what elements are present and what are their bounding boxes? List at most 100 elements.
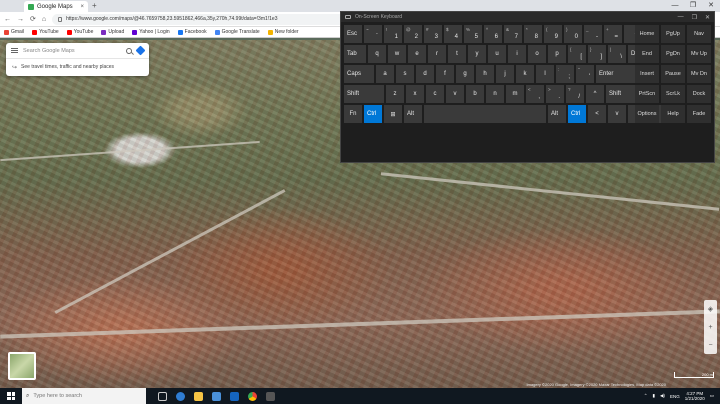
bookmark-new-folder[interactable]: New folder [267,29,299,35]
key-shift[interactable]: Shift [606,85,636,103]
bookmark-youtube[interactable]: YouTube [32,29,59,35]
key-l[interactable]: l [536,65,554,83]
key-pause[interactable]: Pause [661,65,685,83]
home-button[interactable]: ⌂ [42,16,46,23]
key-ctrl[interactable]: Ctrl [568,105,586,123]
compass-icon[interactable]: ◈ [708,305,713,313]
key-1[interactable]: ! 1 [384,25,402,43]
key-5[interactable]: % 5 [464,25,482,43]
notifications-icon[interactable]: ▭ [710,393,714,399]
taskbar-search[interactable]: ⌕ [22,388,146,404]
key-2[interactable]: @2 [404,25,422,43]
key-j[interactable]: j [496,65,514,83]
key-fade[interactable]: Fade [687,105,711,123]
file-explorer-icon[interactable] [194,391,203,401]
key-s[interactable]: s [396,65,414,83]
key-e[interactable]: e [408,45,426,63]
key-u[interactable]: u [488,45,506,63]
key-ctrl[interactable]: Ctrl [364,105,382,123]
chevron-up-icon[interactable]: ⌃ [644,393,648,399]
key-t[interactable]: t [448,45,466,63]
tab-close-icon[interactable]: × [80,4,84,10]
task-view-icon[interactable] [158,391,167,401]
key-o[interactable]: o [528,45,546,63]
key-x[interactable]: x [406,85,424,103]
key-9[interactable]: (9 [544,25,562,43]
key-symbol[interactable]: ? / [566,85,584,103]
network-icon[interactable]: ▮ [652,393,654,399]
key-caps[interactable]: Caps [344,65,374,83]
key-shift[interactable]: Shift [344,85,384,103]
forward-button[interactable]: → [17,16,24,23]
key-a[interactable]: a [376,65,394,83]
key-c[interactable]: c [426,85,444,103]
key-n[interactable]: n [486,85,504,103]
maps-search-input[interactable] [23,47,121,54]
key-symbol[interactable]: >. [546,85,564,103]
bookmark-youtube-2[interactable]: YouTube [66,29,93,35]
key-dock[interactable]: Dock [687,85,711,103]
map-scale[interactable]: 200 m [674,372,714,378]
key-symbol[interactable]: }] [588,45,606,63]
key-end[interactable]: End [635,45,659,63]
bookmark-upload[interactable]: Upload [101,29,124,35]
tab-google-maps[interactable]: Google Maps × [24,1,88,12]
key-symbol[interactable]: < [588,105,606,123]
key-esc[interactable]: Esc [344,25,362,43]
key-4[interactable]: $4 [444,25,462,43]
back-button[interactable]: ← [4,16,11,23]
key-prtscn[interactable]: PrtScn [635,85,659,103]
mail-icon[interactable] [230,391,239,401]
key-b[interactable]: b [466,85,484,103]
edge-icon[interactable] [176,391,185,401]
reload-button[interactable]: ⟳ [30,15,36,23]
key-w[interactable]: w [388,45,406,63]
key-symbol[interactable]: " ' [576,65,594,83]
key-6[interactable]: ^ 6 [484,25,502,43]
key-alt[interactable]: Alt [548,105,566,123]
bookmark-google-translate[interactable]: Google Translate [214,29,260,35]
key-q[interactable]: q [368,45,386,63]
key-symbol[interactable]: <, [526,85,544,103]
key-windows[interactable]: ⊞ [384,105,402,123]
keyboard-minimize-button[interactable]: — [678,14,684,21]
key-0[interactable]: ) 0 [564,25,582,43]
bookmark-facebook[interactable]: Facebook [177,29,207,35]
keyboard-app-icon[interactable] [266,391,275,401]
chrome-icon[interactable] [248,391,257,401]
language-indicator[interactable]: ENG [670,394,680,399]
key-fn[interactable]: Fn [344,105,362,123]
key-pgdn[interactable]: PgDn [661,45,685,63]
zoom-out-button[interactable]: − [708,342,712,349]
store-icon[interactable] [212,391,221,401]
bookmark-yahoo[interactable]: Yahoo | Login [132,29,170,35]
key-3[interactable]: #3 [424,25,442,43]
keyboard-close-button[interactable]: ✕ [705,14,710,21]
key-7[interactable]: & 7 [504,25,522,43]
key-options[interactable]: Options [635,105,659,123]
new-tab-button[interactable]: + [92,1,97,10]
key-symbol[interactable]: _ - [584,25,602,43]
key-y[interactable]: y [468,45,486,63]
url-input[interactable]: https://www.google.com/maps/@46.7659758,… [52,13,383,25]
key-8[interactable]: * 8 [524,25,542,43]
key-mv-dn[interactable]: Mv Dn [687,65,711,83]
start-button[interactable] [0,388,22,404]
key-tab[interactable]: Tab [344,45,366,63]
key-symbol[interactable]: ^ [586,85,604,103]
key-symbol[interactable]: + = [604,25,622,43]
layers-thumbnail[interactable] [8,352,36,380]
key-m[interactable]: m [506,85,524,103]
search-icon[interactable] [126,47,132,54]
key-nav[interactable]: Nav [687,25,711,43]
key-z[interactable]: z [386,85,404,103]
key-symbol[interactable]: ~ ` [364,25,382,43]
key-pgup[interactable]: PgUp [661,25,685,43]
key-h[interactable]: h [476,65,494,83]
menu-icon[interactable] [11,48,18,53]
bookmark-gmail[interactable]: Gmail [4,29,24,35]
key-symbol[interactable]: :; [556,65,574,83]
keyboard-maximize-button[interactable]: ❐ [692,14,697,21]
key-k[interactable]: k [516,65,534,83]
key-home[interactable]: Home [635,25,659,43]
